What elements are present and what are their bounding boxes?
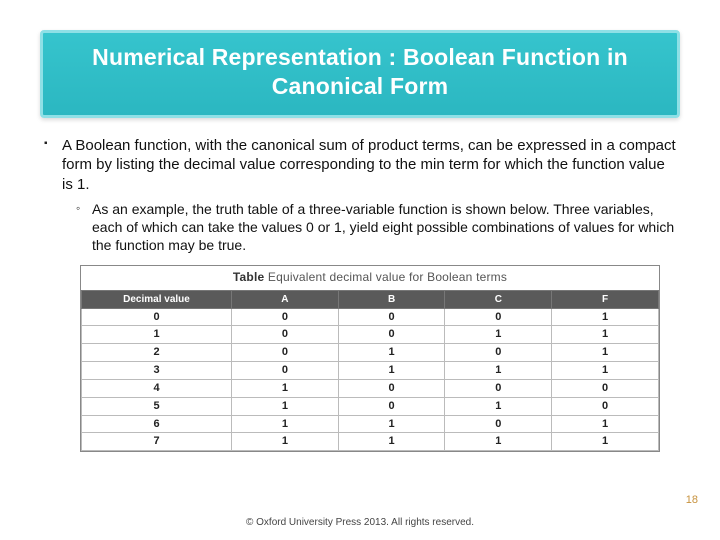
table-cell: 3 — [82, 362, 232, 380]
bullet-text: A Boolean function, with the canonical s… — [62, 136, 676, 195]
table-cell: 1 — [338, 415, 445, 433]
table-cell: 0 — [338, 379, 445, 397]
table-cell: 4 — [82, 379, 232, 397]
slide: Numerical Representation : Boolean Funct… — [0, 0, 720, 540]
table-caption: Table Equivalent decimal value for Boole… — [81, 266, 659, 290]
table-cell: 0 — [445, 344, 552, 362]
bullet-list: A Boolean function, with the canonical s… — [44, 136, 676, 255]
table-row: 51010 — [82, 397, 659, 415]
table-cell: 1 — [552, 308, 659, 326]
table-cell: 1 — [232, 379, 339, 397]
title-band: Numerical Representation : Boolean Funct… — [40, 30, 680, 118]
table-cell: 0 — [232, 308, 339, 326]
slide-body: A Boolean function, with the canonical s… — [0, 128, 720, 255]
table-caption-rest: Equivalent decimal value for Boolean ter… — [264, 270, 507, 284]
table-cell: 0 — [445, 308, 552, 326]
sub-bullet-item: As an example, the truth table of a thre… — [76, 200, 676, 255]
table-cell: 1 — [445, 362, 552, 380]
sub-bullet-text: As an example, the truth table of a thre… — [92, 200, 676, 255]
table-caption-bold: Table — [233, 270, 264, 284]
table-cell: 1 — [232, 415, 339, 433]
table-cell: 1 — [445, 397, 552, 415]
table-cell: 1 — [552, 344, 659, 362]
table-row: 41000 — [82, 379, 659, 397]
table-cell: 1 — [338, 362, 445, 380]
sub-bullet-list: As an example, the truth table of a thre… — [62, 200, 676, 255]
truth-table: Decimal value A B C F 000011001120101301… — [81, 290, 659, 452]
footer-copyright: © Oxford University Press 2013. All righ… — [0, 517, 720, 528]
truth-table-container: Table Equivalent decimal value for Boole… — [80, 265, 660, 453]
table-cell: 1 — [338, 433, 445, 451]
table-cell: 0 — [338, 308, 445, 326]
table-cell: 1 — [338, 344, 445, 362]
table-cell: 1 — [232, 433, 339, 451]
table-cell: 1 — [445, 433, 552, 451]
table-row: 71111 — [82, 433, 659, 451]
table-row: 20101 — [82, 344, 659, 362]
table-cell: 6 — [82, 415, 232, 433]
table-cell: 0 — [445, 415, 552, 433]
page-number: 18 — [686, 494, 698, 506]
table-cell: 2 — [82, 344, 232, 362]
table-cell: 0 — [338, 326, 445, 344]
table-body: 0000110011201013011141000510106110171111 — [82, 308, 659, 451]
bullet-item: A Boolean function, with the canonical s… — [44, 136, 676, 255]
table-row: 10011 — [82, 326, 659, 344]
table-cell: 0 — [82, 308, 232, 326]
table-cell: 0 — [552, 397, 659, 415]
table-cell: 0 — [232, 326, 339, 344]
table-cell: 0 — [552, 379, 659, 397]
table-cell: 1 — [552, 362, 659, 380]
col-header: F — [552, 290, 659, 308]
table-row: 00001 — [82, 308, 659, 326]
table-cell: 5 — [82, 397, 232, 415]
table-cell: 7 — [82, 433, 232, 451]
table-cell: 0 — [445, 379, 552, 397]
col-header: C — [445, 290, 552, 308]
table-cell: 0 — [232, 362, 339, 380]
table-cell: 0 — [232, 344, 339, 362]
col-header: A — [232, 290, 339, 308]
table-cell: 0 — [338, 397, 445, 415]
table-cell: 1 — [552, 326, 659, 344]
table-cell: 1 — [232, 397, 339, 415]
table-cell: 1 — [82, 326, 232, 344]
table-cell: 1 — [552, 415, 659, 433]
slide-title: Numerical Representation : Boolean Funct… — [61, 43, 659, 101]
table-cell: 1 — [552, 433, 659, 451]
col-header: Decimal value — [82, 290, 232, 308]
col-header: B — [338, 290, 445, 308]
table-row: 30111 — [82, 362, 659, 380]
table-row: 61101 — [82, 415, 659, 433]
table-cell: 1 — [445, 326, 552, 344]
table-header: Decimal value A B C F — [82, 290, 659, 308]
